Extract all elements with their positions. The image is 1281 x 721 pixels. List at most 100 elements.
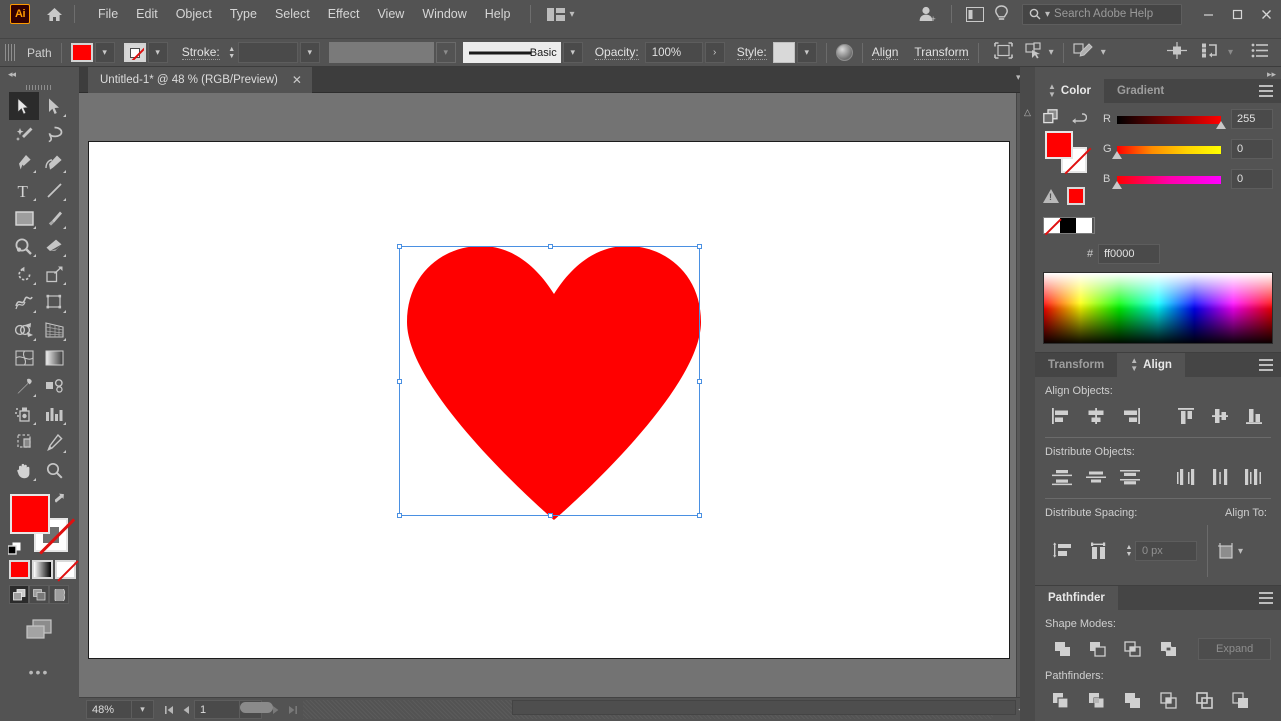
workspace-switcher[interactable]: ▾ — [546, 7, 575, 21]
stroke-swatch-dropdown[interactable]: ▾ — [147, 42, 168, 63]
eraser-tool[interactable] — [39, 232, 69, 260]
shape-builder-tool[interactable] — [9, 316, 39, 344]
hand-tool[interactable] — [9, 456, 39, 484]
magic-wand-tool[interactable] — [9, 120, 39, 148]
pathfinder-panel-menu-icon[interactable] — [1259, 592, 1273, 604]
out-of-gamut-warning-icon[interactable] — [1043, 189, 1059, 203]
r-value-field[interactable]: 255 — [1231, 109, 1273, 129]
fill-stroke-proxy-icon[interactable] — [1043, 109, 1061, 125]
change-screen-mode-button[interactable] — [0, 616, 78, 642]
artboard-tool[interactable] — [9, 428, 39, 456]
default-fill-stroke-icon[interactable] — [7, 541, 22, 556]
trim-button[interactable] — [1079, 688, 1115, 714]
tab-color[interactable]: ▲ ▼ Color — [1035, 79, 1104, 103]
width-tool[interactable] — [9, 288, 39, 316]
selection-tool[interactable] — [9, 92, 39, 120]
r-slider-knob[interactable] — [1216, 121, 1226, 129]
curvature-tool[interactable] — [39, 148, 69, 176]
graphic-style-swatch[interactable] — [772, 42, 795, 63]
opacity-options-button[interactable]: › — [704, 42, 725, 63]
shape-builder-icon[interactable] — [1073, 42, 1093, 64]
shaper-tool[interactable] — [9, 232, 39, 260]
swatch-black[interactable] — [1060, 218, 1076, 233]
merge-button[interactable] — [1115, 688, 1151, 714]
free-transform-tool[interactable] — [39, 288, 69, 316]
panel-menu-icon[interactable] — [1259, 85, 1273, 97]
tab-pathfinder[interactable]: Pathfinder — [1035, 586, 1118, 610]
b-slider-knob[interactable] — [1112, 181, 1122, 189]
brush-definition-field[interactable]: Basic — [462, 42, 561, 63]
g-value-field[interactable]: 0 — [1231, 139, 1273, 159]
toolbar-fill-swatch[interactable] — [10, 494, 50, 534]
opacity-label[interactable]: Opacity: — [594, 45, 639, 60]
hex-value-field[interactable]: ff0000 — [1098, 244, 1161, 264]
vertical-distribute-space-button[interactable] — [1045, 538, 1081, 564]
arrange-dropdown[interactable]: ▾ — [1228, 47, 1233, 58]
align-to-chevron-down-icon[interactable]: ▾ — [1238, 546, 1243, 557]
scale-tool[interactable] — [39, 260, 69, 288]
search-input[interactable] — [1054, 8, 1175, 20]
swap-fill-stroke-icon[interactable] — [54, 492, 69, 508]
vertical-align-top-button[interactable] — [1168, 403, 1202, 429]
color-spectrum-ramp[interactable] — [1043, 272, 1273, 344]
b-slider-track[interactable] — [1112, 176, 1221, 189]
zoom-level-dropdown[interactable]: ▾ — [132, 700, 154, 719]
align-to-selection-icon[interactable] — [1216, 541, 1238, 561]
horizontal-distribute-center-button[interactable] — [1203, 464, 1237, 490]
stroke-color-swatch[interactable] — [123, 43, 146, 62]
selection-handle-bottom-left[interactable] — [397, 513, 402, 518]
symbol-sprayer-tool[interactable] — [9, 400, 39, 428]
b-value-field[interactable]: 0 — [1231, 169, 1273, 189]
dock-expand-chevron-icon[interactable]: △ — [1020, 107, 1035, 118]
horizontal-align-left-button[interactable] — [1045, 403, 1079, 429]
menu-object[interactable]: Object — [167, 3, 221, 25]
blend-tool[interactable] — [39, 372, 69, 400]
divide-button[interactable] — [1043, 688, 1079, 714]
maximize-button[interactable] — [1223, 1, 1252, 27]
stroke-weight-stepper[interactable]: ▲ ▼ — [226, 42, 238, 63]
paintbrush-tool[interactable] — [39, 204, 69, 232]
tab-transform[interactable]: Transform — [1035, 353, 1117, 377]
shape-builder-dropdown[interactable]: ▾ — [1101, 47, 1106, 58]
swap-fill-stroke-icon[interactable] — [1071, 110, 1087, 124]
rectangle-tool[interactable] — [9, 204, 39, 232]
distribute-icon[interactable] — [1166, 41, 1187, 64]
menu-window[interactable]: Window — [413, 3, 475, 25]
minimize-button[interactable] — [1194, 1, 1223, 27]
home-icon[interactable] — [44, 4, 64, 24]
opacity-field[interactable]: 100% — [644, 42, 703, 63]
close-button[interactable] — [1252, 1, 1281, 27]
g-slider-knob[interactable] — [1112, 151, 1122, 159]
menu-select[interactable]: Select — [266, 3, 319, 25]
panel-fill-swatch[interactable] — [1045, 131, 1073, 159]
draw-behind-button[interactable] — [29, 585, 49, 604]
isolate-selected-object-icon[interactable] — [993, 41, 1013, 64]
color-swatch-button[interactable] — [9, 560, 30, 579]
panel-dock-rail[interactable]: △ — [1020, 67, 1035, 721]
horizontal-scroll-thumb[interactable] — [240, 702, 273, 713]
artboard-number-field[interactable]: 1 — [194, 700, 240, 719]
spacing-value-field[interactable]: 0 px — [1135, 541, 1197, 561]
edit-toolbar-icon[interactable]: ••• — [0, 664, 78, 680]
recolor-artwork-icon[interactable] — [835, 44, 853, 61]
align-panel-menu-icon[interactable] — [1259, 359, 1273, 371]
horizontal-align-right-button[interactable] — [1113, 403, 1147, 429]
selection-handle-bottom-right[interactable] — [697, 513, 702, 518]
canvas-horizontal-scrollbar[interactable] — [512, 700, 1016, 715]
selection-handle-middle-right[interactable] — [697, 379, 702, 384]
zoom-level-field[interactable]: 48% — [86, 700, 132, 719]
selection-handle-middle-left[interactable] — [397, 379, 402, 384]
minus-back-button[interactable] — [1223, 688, 1259, 714]
selection-handle-bottom-center[interactable] — [548, 513, 553, 518]
in-gamut-color-swatch[interactable] — [1067, 187, 1085, 205]
fill-stroke-proxy[interactable] — [7, 492, 69, 555]
arrange-options-icon[interactable] — [1201, 42, 1221, 64]
gradient-swatch-button[interactable] — [32, 560, 53, 579]
brush-dropdown[interactable]: ▾ — [562, 42, 583, 63]
eyedropper-tool[interactable] — [9, 372, 39, 400]
control-bar-grip[interactable] — [5, 44, 15, 61]
slice-tool[interactable] — [39, 428, 69, 456]
stroke-weight-dropdown[interactable]: ▾ — [299, 42, 320, 63]
outline-button[interactable] — [1187, 688, 1223, 714]
swatch-white[interactable] — [1076, 218, 1092, 233]
